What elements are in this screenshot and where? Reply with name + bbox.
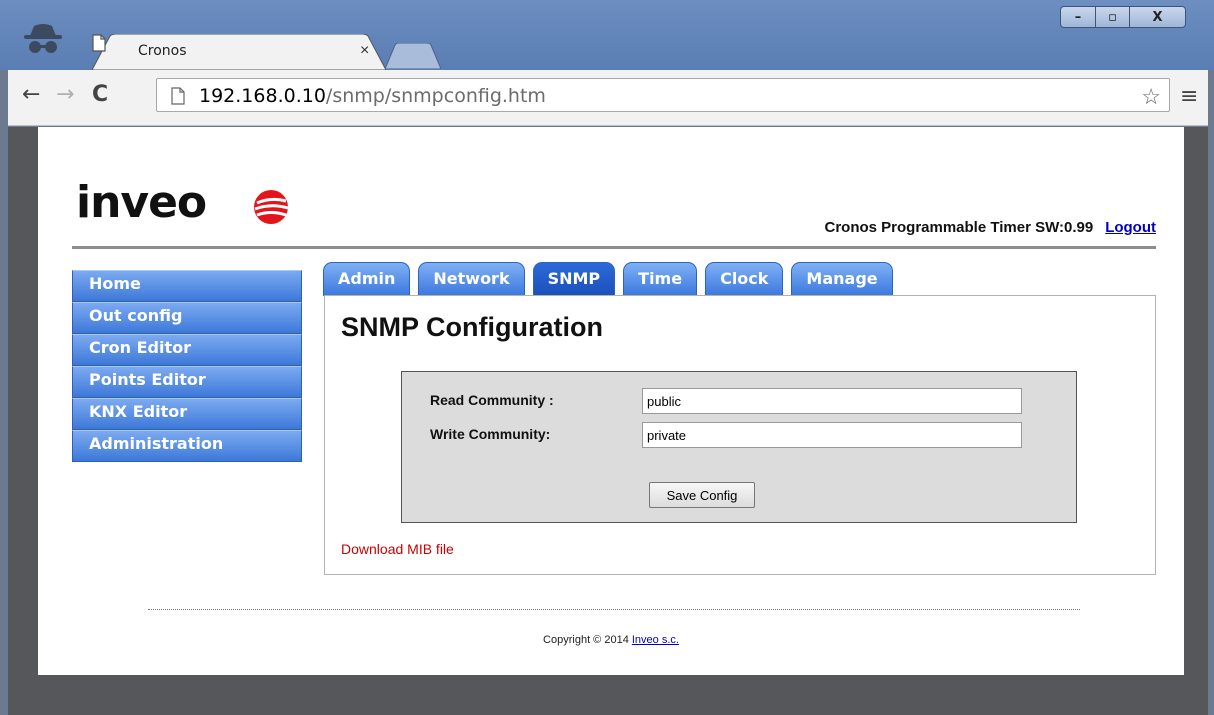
read-community-input[interactable] [642,388,1022,414]
maximize-button[interactable]: ▫ [1096,6,1130,28]
side-menu: Home Out config Cron Editor Points Edito… [72,270,302,462]
browser-window: Cronos × – ▫ X ← → C 192.168.0.10/snmp/s… [0,0,1214,715]
new-tab-button[interactable] [385,43,441,69]
page-icon [171,87,185,105]
sidemenu-item-administration[interactable]: Administration [72,430,302,462]
browser-toolbar: ← → C 192.168.0.10/snmp/snmpconfig.htm ☆… [8,70,1208,126]
write-community-input[interactable] [642,422,1022,448]
logo-text: inveo [76,177,207,228]
copyright-text: Copyright © 2014 [543,634,629,646]
header-info: Cronos Programmable Timer SW:0.99 Logout [824,219,1156,236]
window-controls: – ▫ X [1060,6,1204,30]
page-viewport: inveo Cronos Programmable Timer SW:0.99 L… [8,127,1208,715]
tab-network[interactable]: Network [418,262,525,296]
header-divider [72,246,1156,249]
device-info: Cronos Programmable Timer SW:0.99 [824,219,1094,236]
address-bar[interactable]: 192.168.0.10/snmp/snmpconfig.htm ☆ [156,78,1170,112]
incognito-icon [24,24,62,53]
page-title: SNMP Configuration [341,312,603,342]
browser-menu-icon[interactable]: ≡ [1180,84,1198,109]
write-community-label: Write Community: [430,426,551,442]
web-page: inveo Cronos Programmable Timer SW:0.99 L… [38,127,1184,675]
close-window-button[interactable]: X [1130,6,1186,28]
sidemenu-item-cron-editor[interactable]: Cron Editor [72,334,302,366]
sidemenu-item-out-config[interactable]: Out config [72,302,302,334]
back-arrow-icon[interactable]: ← [22,82,40,107]
tab-manage[interactable]: Manage [791,262,893,296]
tab-admin[interactable]: Admin [323,262,411,296]
read-community-label: Read Community : [430,392,554,408]
logout-link[interactable]: Logout [1105,219,1156,236]
sidemenu-item-home[interactable]: Home [72,270,302,302]
footer: Copyright © 2014 Inveo s.c. [38,634,1184,646]
page-icon [92,34,106,52]
snmp-form: Read Community : Write Community: Save C… [401,371,1077,523]
content-panel: SNMP Configuration Read Community : Writ… [324,295,1156,575]
bookmark-star-icon[interactable]: ☆ [1141,84,1161,110]
footer-divider [148,609,1080,610]
tab-snmp[interactable]: SNMP [532,262,616,296]
title-bar: Cronos × – ▫ X [0,0,1214,70]
browser-tab[interactable]: Cronos × [92,34,386,70]
sidemenu-item-points-editor[interactable]: Points Editor [72,366,302,398]
minimize-button[interactable]: – [1060,6,1096,28]
download-mib-link[interactable]: Download MIB file [341,541,454,557]
tab-title: Cronos [138,43,187,59]
tab-bar: Admin Network SNMP Time Clock Manage [323,262,901,296]
forward-arrow-icon[interactable]: → [56,82,74,107]
tab-clock[interactable]: Clock [705,262,784,296]
company-link[interactable]: Inveo s.c. [632,634,679,646]
tab-close-icon[interactable]: × [360,42,369,60]
sidemenu-item-knx-editor[interactable]: KNX Editor [72,398,302,430]
reload-icon[interactable]: C [92,82,108,107]
inveo-logo-mark-icon [254,190,289,224]
save-config-button[interactable]: Save Config [649,482,755,508]
url-text[interactable]: 192.168.0.10/snmp/snmpconfig.htm [199,85,546,107]
tab-time[interactable]: Time [623,262,698,296]
